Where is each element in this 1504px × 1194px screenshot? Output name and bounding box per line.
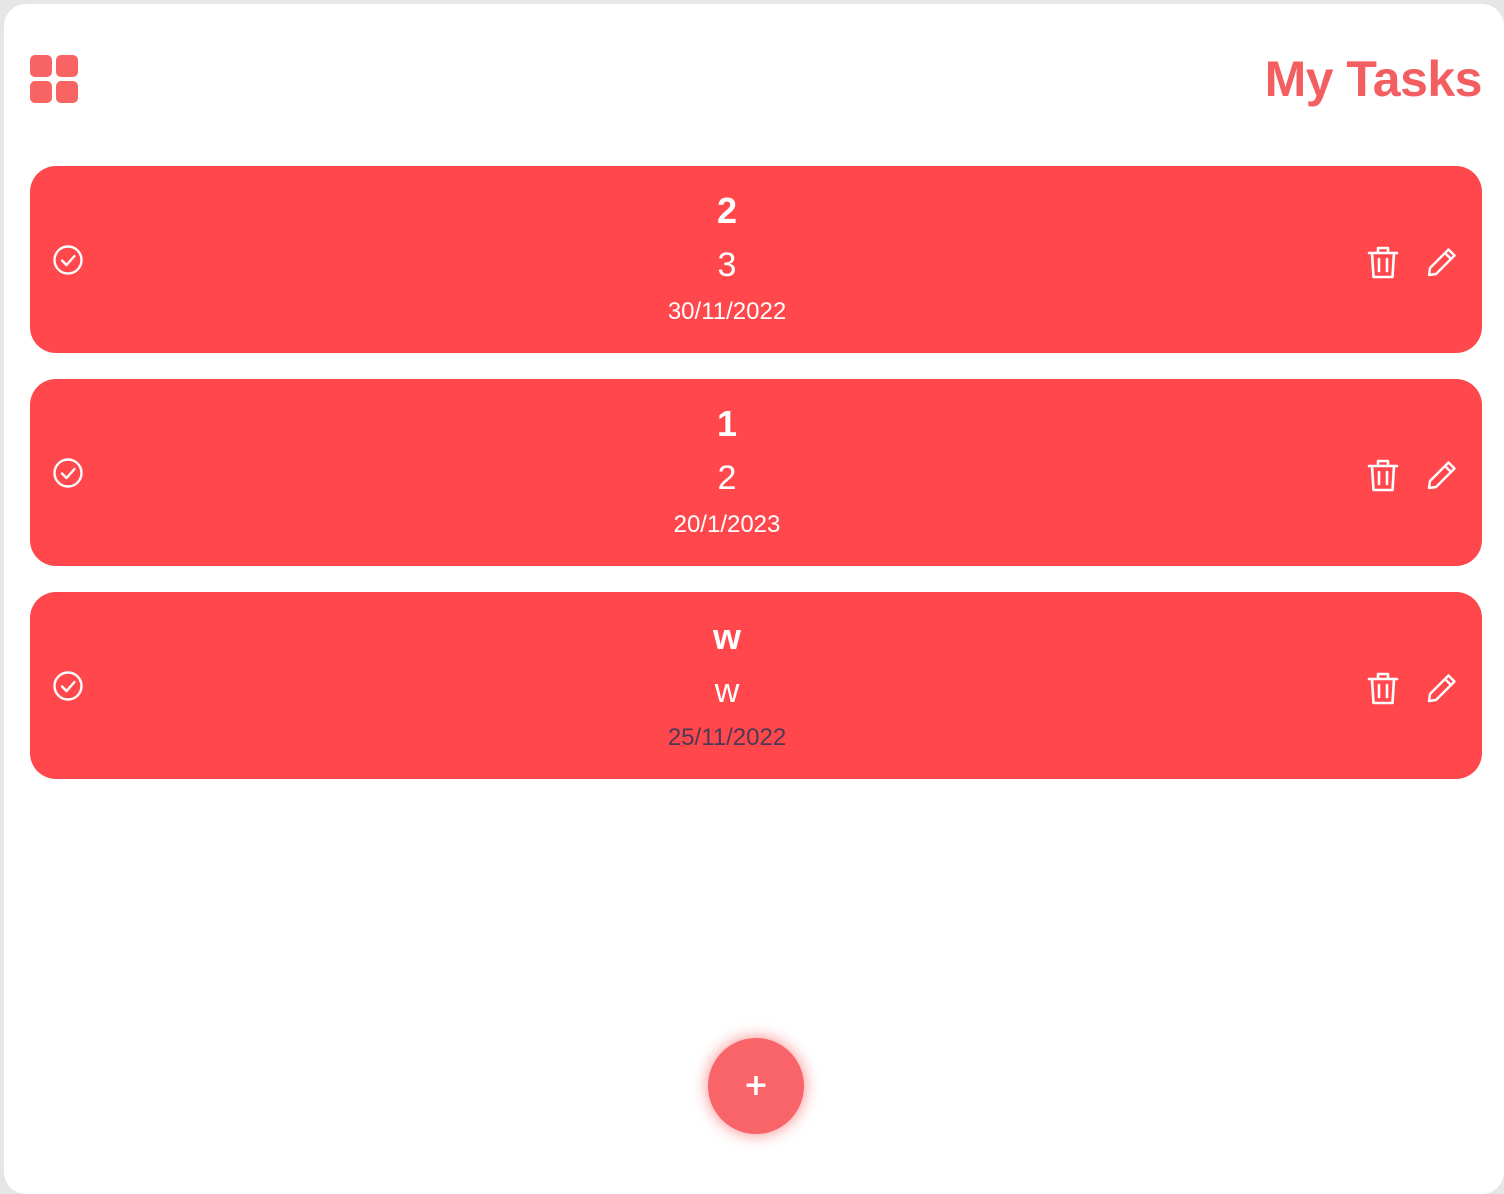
task-title: 1 — [716, 403, 738, 444]
task-date: 20/1/2023 — [673, 511, 781, 538]
trash-icon[interactable] — [1366, 670, 1400, 706]
task-list: 2 3 30/11/2022 1 2 20/1/2023 w w 25/11/2… — [30, 166, 1482, 805]
add-task-button[interactable]: + — [708, 1038, 804, 1134]
pencil-icon[interactable] — [1426, 459, 1458, 491]
trash-icon[interactable] — [1366, 244, 1400, 280]
pencil-icon[interactable] — [1426, 246, 1458, 278]
pencil-icon[interactable] — [1426, 672, 1458, 704]
task-date: 25/11/2022 — [667, 724, 787, 751]
task-card: w w 25/11/2022 — [30, 592, 1482, 779]
task-description: w — [714, 672, 740, 710]
trash-icon[interactable] — [1366, 457, 1400, 493]
task-card: 1 2 20/1/2023 — [30, 379, 1482, 566]
app-container: My Tasks 2 3 30/11/2022 1 2 20/1/2023 w … — [4, 4, 1504, 1194]
task-description: 3 — [717, 246, 737, 284]
grid-icon[interactable] — [30, 55, 80, 105]
task-card: 2 3 30/11/2022 — [30, 166, 1482, 353]
task-description: 2 — [717, 459, 737, 497]
task-date: 30/11/2022 — [667, 298, 787, 325]
page-title: My Tasks — [1264, 51, 1483, 107]
task-title: 2 — [716, 190, 738, 231]
task-title: w — [712, 616, 741, 657]
